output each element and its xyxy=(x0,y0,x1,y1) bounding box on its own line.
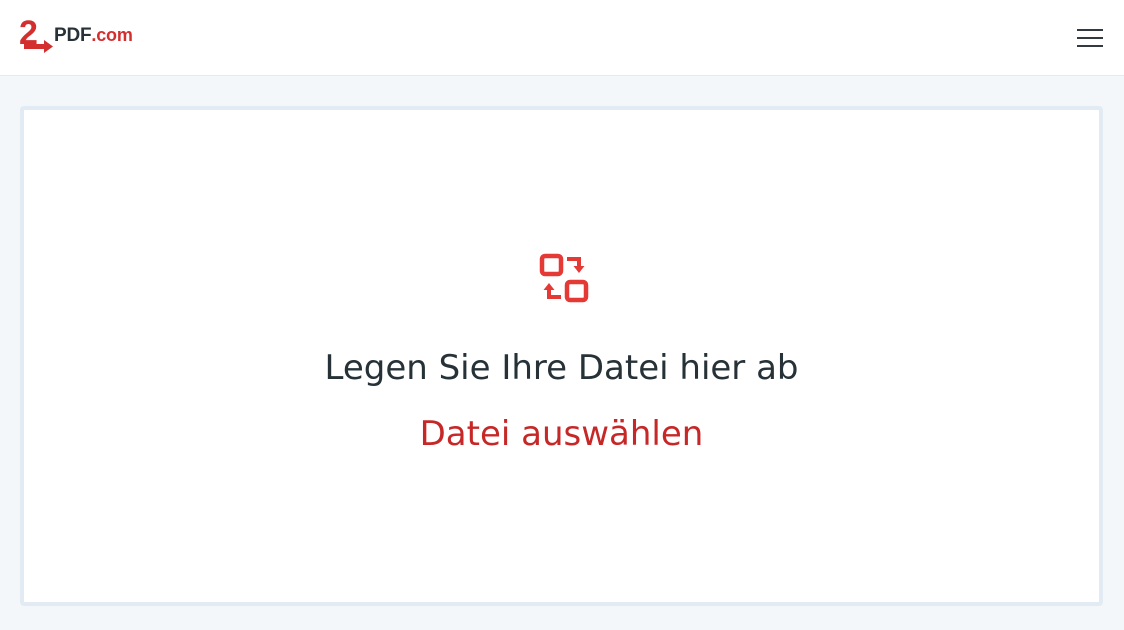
logo-tld: .com xyxy=(91,25,133,45)
choose-file-link[interactable]: Datei auswählen xyxy=(420,414,704,454)
drop-instruction: Legen Sie Ihre Datei hier ab xyxy=(324,348,799,388)
file-dropzone[interactable]: Legen Sie Ihre Datei hier ab Datei auswä… xyxy=(20,106,1103,606)
logo-2-arrow-icon: 2 xyxy=(19,14,53,53)
convert-arrows-icon xyxy=(539,253,589,303)
logo-wordmark: PDF.com xyxy=(54,25,133,46)
choose-file-wrapper: Datei auswählen xyxy=(24,414,1099,454)
hamburger-menu-icon[interactable] xyxy=(1070,20,1110,56)
menu-bar xyxy=(1077,29,1103,31)
top-navbar: 2 PDF.com xyxy=(0,0,1124,76)
menu-bar xyxy=(1077,37,1103,39)
site-logo[interactable]: 2 PDF.com xyxy=(18,14,133,54)
logo-brand: PDF xyxy=(54,25,92,46)
menu-bar xyxy=(1077,45,1103,47)
